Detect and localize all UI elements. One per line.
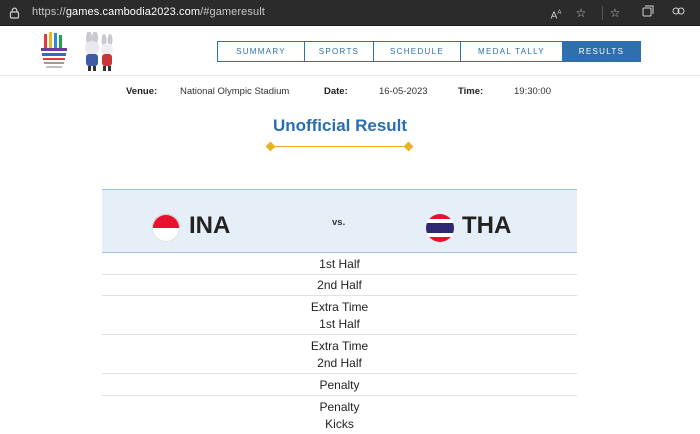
mascots-icon — [85, 32, 113, 71]
period-label-line1: Penalty — [319, 400, 360, 414]
home-team-name: INA — [189, 212, 231, 239]
extensions-icon[interactable] — [670, 5, 686, 21]
nav-medal-tally[interactable]: MEDAL TALLY — [460, 41, 563, 62]
nav-sports[interactable]: SPORTS — [304, 41, 374, 62]
url-scheme: https:// — [32, 6, 66, 18]
away-team-name: THA — [462, 212, 512, 239]
url-path: /#gameresult — [200, 6, 265, 18]
nav-summary[interactable]: SUMMARY — [217, 41, 305, 62]
period-label-line2: Kicks — [325, 417, 354, 431]
nav-schedule[interactable]: SCHEDULE — [373, 41, 461, 62]
divider-diamond-left — [265, 141, 276, 152]
versus-label: vs. — [332, 217, 346, 228]
main-nav: SUMMARY SPORTS SCHEDULE MEDAL TALLY RESU… — [217, 41, 641, 62]
site-header: SUMMARY SPORTS SCHEDULE MEDAL TALLY RESU… — [0, 26, 700, 76]
date-label: Date: — [324, 86, 348, 97]
period-row-penalty: Penalty — [102, 374, 577, 396]
venue-value: National Olympic Stadium — [180, 86, 290, 97]
favorites-icon[interactable]: ☆ — [607, 5, 623, 21]
browser-toolbar: https://games.cambodia2023.com/#gameresu… — [0, 0, 700, 26]
title-divider — [270, 146, 410, 147]
period-label-line2: 2nd Half — [317, 356, 362, 370]
nav-results[interactable]: RESULTS — [562, 41, 641, 62]
lock-icon[interactable] — [9, 7, 20, 19]
divider-diamond-right — [403, 141, 414, 152]
period-row-extra-time-2nd-half: Extra Time 2nd Half — [102, 335, 577, 374]
period-row-1st-half: 1st Half — [102, 254, 577, 275]
thailand-flag-icon — [426, 214, 454, 242]
venue-label: Venue: — [126, 86, 158, 97]
toolbar-separator — [602, 6, 603, 20]
period-label-line2: 1st Half — [319, 317, 360, 331]
collections-icon[interactable] — [640, 5, 656, 21]
read-aloud-icon[interactable]: AA — [548, 5, 564, 21]
period-row-2nd-half: 2nd Half — [102, 275, 577, 296]
period-label-line1: Extra Time — [310, 300, 369, 314]
period-label: Penalty — [319, 378, 360, 392]
time-label: Time: — [458, 86, 484, 97]
period-label: 2nd Half — [317, 278, 362, 292]
period-row-penalty-kicks: Penalty Kicks — [102, 396, 577, 434]
indonesia-flag-icon — [152, 214, 180, 242]
sea-games-logo[interactable] — [38, 31, 70, 71]
page-title: Unofficial Result — [272, 116, 408, 135]
address-bar[interactable]: https://games.cambodia2023.com/#gameresu… — [32, 6, 265, 18]
period-label: 1st Half — [319, 257, 360, 271]
period-row-extra-time-1st-half: Extra Time 1st Half — [102, 296, 577, 335]
period-label-line1: Extra Time — [310, 339, 369, 353]
url-host: games.cambodia2023.com — [65, 6, 201, 18]
add-favorite-icon[interactable]: ☆ — [573, 5, 589, 21]
date-value: 16-05-2023 — [379, 86, 428, 97]
time-value: 19:30:00 — [514, 86, 551, 97]
